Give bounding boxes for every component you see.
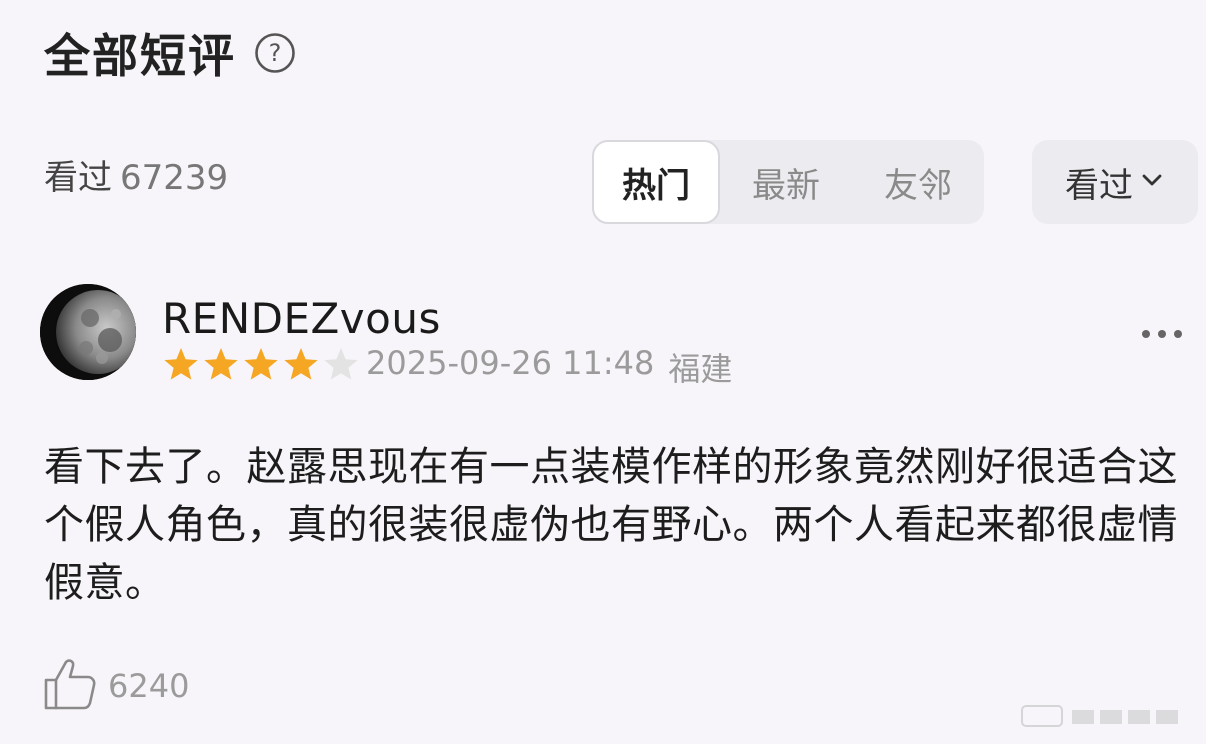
username[interactable]: RENDEZvous (162, 294, 441, 343)
filter-label: 看过 (1065, 165, 1133, 206)
star-filled-icon (244, 348, 278, 380)
like-count: 6240 (108, 667, 190, 705)
tab-friends[interactable]: 友邻 (852, 140, 984, 224)
review-location: 福建 (668, 350, 733, 388)
star-filled-icon (164, 348, 198, 380)
watermark-graphic (1020, 702, 1190, 730)
question-circle-icon[interactable]: ? (254, 32, 296, 74)
watched-number: 67239 (120, 158, 229, 198)
review-meta: 2025-09-26 11:48 福建 (366, 344, 732, 390)
chevron-down-icon (1139, 162, 1165, 202)
star-filled-icon (204, 348, 238, 380)
review-date: 2025-09-26 11:48 (366, 344, 655, 382)
star-filled-icon (284, 348, 318, 380)
tab-latest[interactable]: 最新 (720, 140, 852, 224)
tab-hot[interactable]: 热门 (592, 140, 720, 224)
watched-count: 看过 67239 (44, 150, 228, 199)
watched-label: 看过 (44, 158, 112, 198)
rating-stars (162, 346, 360, 382)
svg-text:?: ? (269, 39, 282, 67)
review-text: 看下去了。赵露思现在有一点装模作样的形象竟然刚好很适合这个假人角色，真的很装很虚… (44, 444, 1178, 606)
page-header: 全部短评 ? (44, 20, 296, 86)
watched-filter-dropdown[interactable]: 看过 (1032, 140, 1198, 224)
sort-segmented-control: 热门 最新 友邻 (592, 140, 984, 224)
more-horizontal-icon[interactable] (1138, 322, 1186, 346)
avatar[interactable] (40, 284, 136, 380)
star-empty-icon (324, 348, 358, 380)
thumbs-up-icon (42, 656, 98, 716)
like-button[interactable]: 6240 (42, 656, 189, 716)
page-title: 全部短评 (44, 29, 236, 83)
